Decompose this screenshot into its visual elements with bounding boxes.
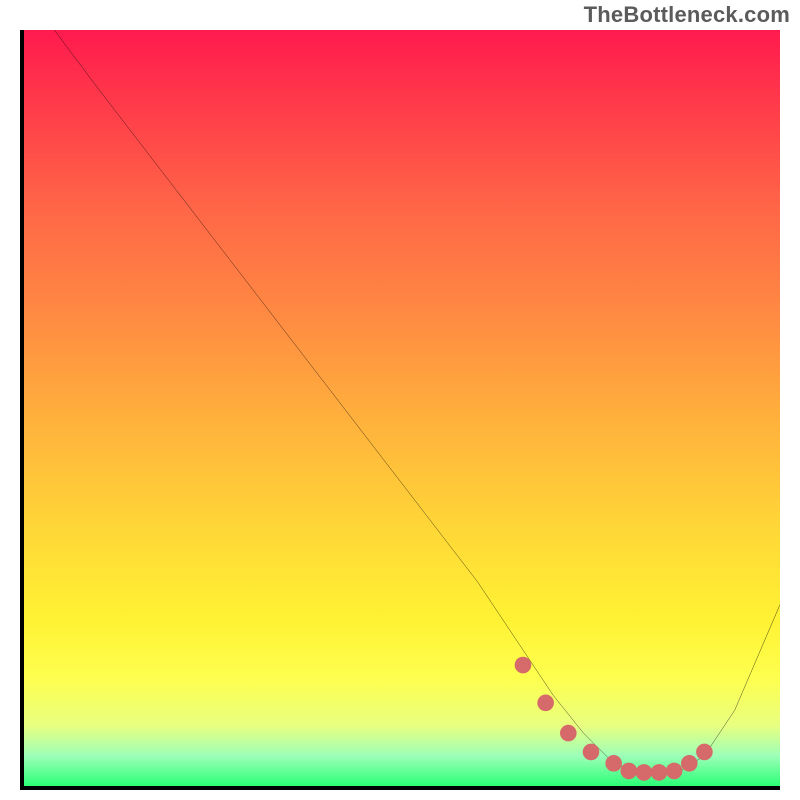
curve-path (54, 30, 780, 775)
highlight-dot (636, 764, 653, 781)
highlight-dot (583, 744, 600, 761)
highlight-dot (696, 744, 713, 761)
highlight-dot (605, 755, 622, 772)
highlight-dot (560, 725, 577, 742)
highlight-dot (515, 657, 532, 674)
plot-area (20, 30, 780, 790)
highlight-dot (666, 763, 683, 780)
highlight-dot (620, 763, 637, 780)
highlight-dot (651, 764, 668, 781)
highlight-dots-group (515, 657, 713, 781)
highlight-dot (681, 755, 698, 772)
watermark-text: TheBottleneck.com (584, 2, 790, 28)
chart-svg (24, 30, 780, 786)
highlight-dot (537, 695, 554, 712)
chart-frame: TheBottleneck.com (0, 0, 800, 800)
